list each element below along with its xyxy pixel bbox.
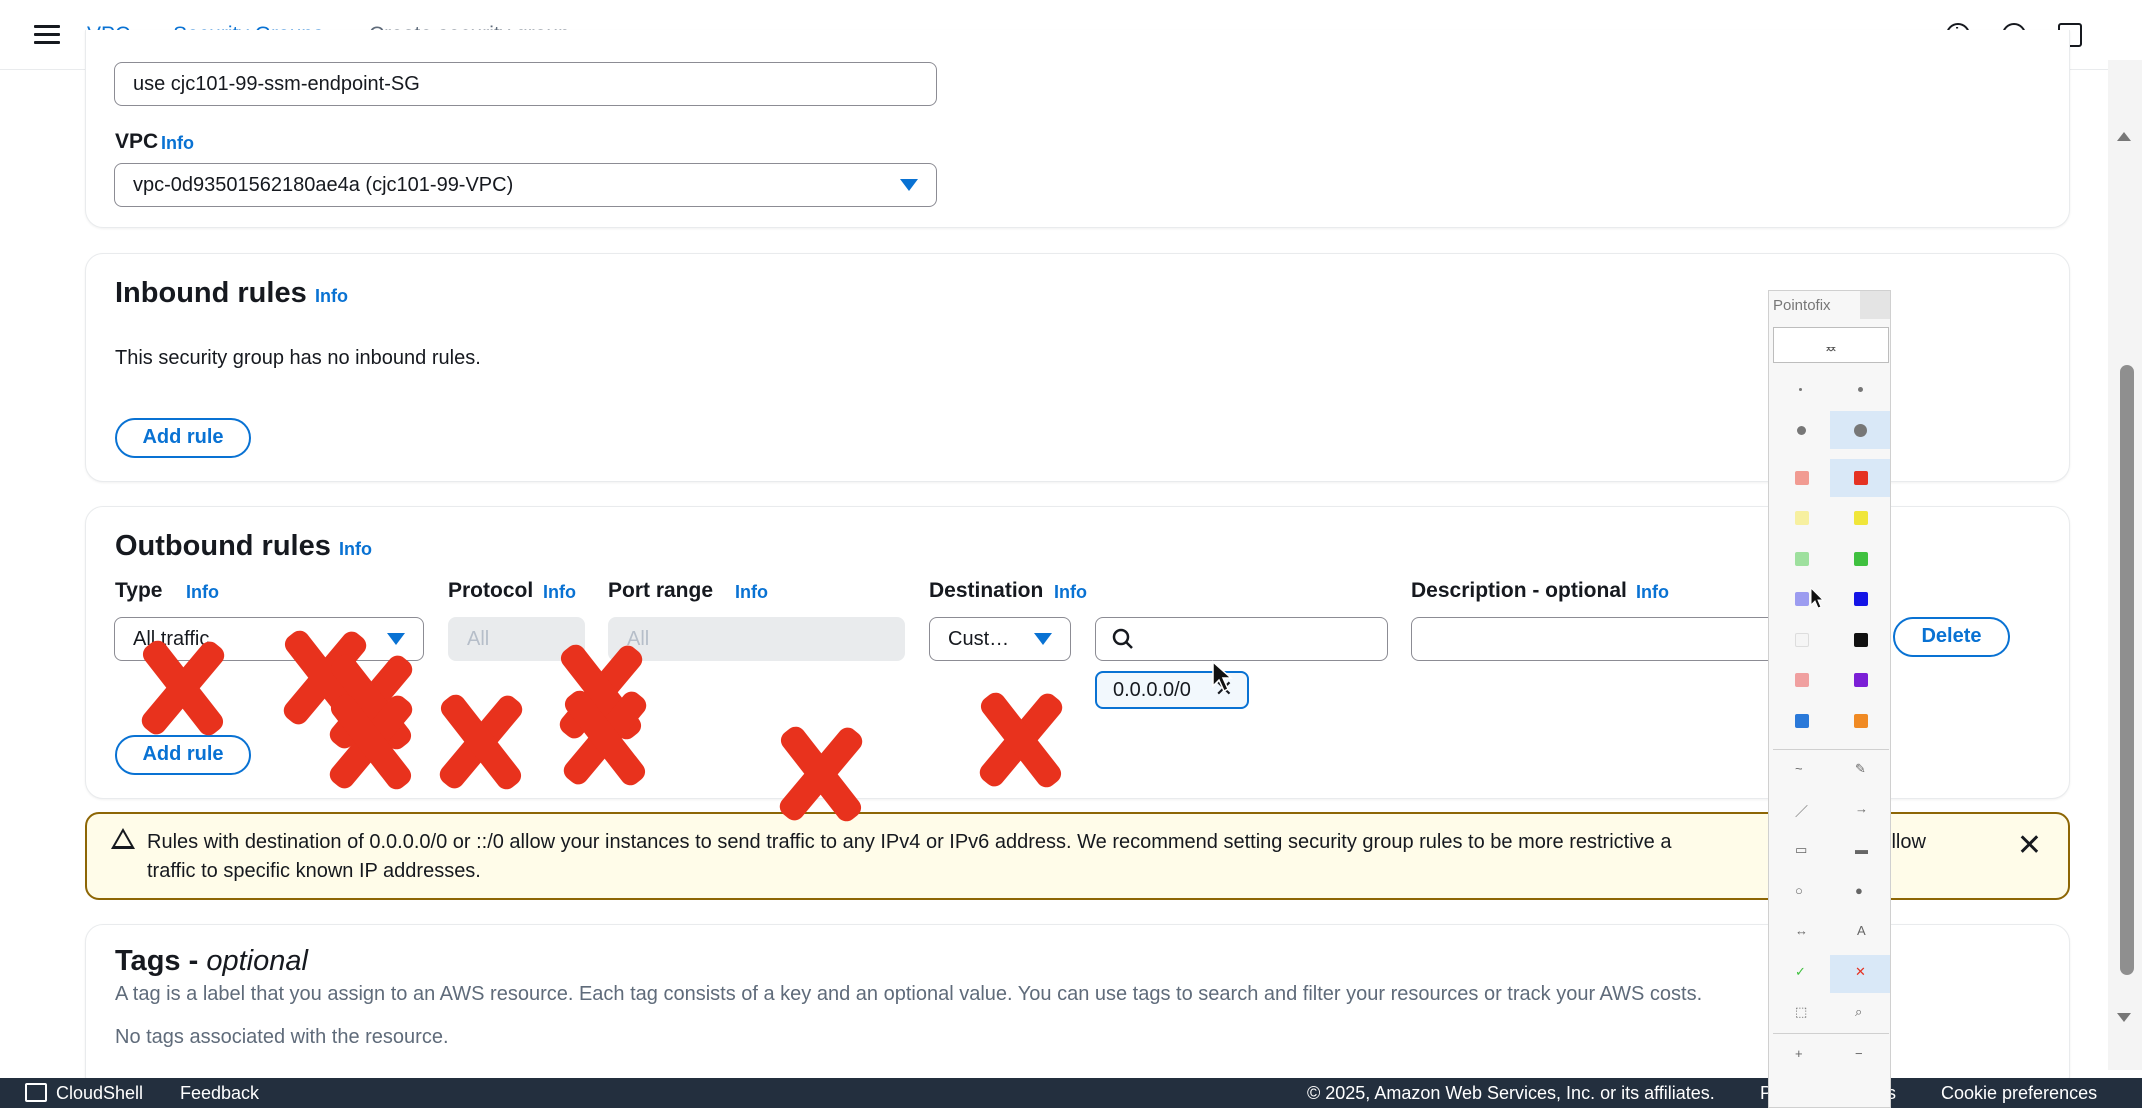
scroll-thumb[interactable] <box>2120 365 2134 975</box>
chevron-down-icon <box>900 179 918 191</box>
scroll-down-arrow-icon[interactable] <box>2117 1013 2131 1022</box>
plus-icon[interactable]: + <box>1795 1046 1803 1061</box>
palette-close-button[interactable] <box>1860 291 1890 319</box>
description-info-link[interactable]: Info <box>1636 582 1669 603</box>
double-arrow-tool-icon[interactable]: ↔ <box>1795 923 1808 938</box>
destination-ip-value: 0.0.0.0/0 <box>1113 679 1191 701</box>
color-light-yellow[interactable] <box>1795 511 1809 525</box>
mouse-pointer-icon <box>1212 660 1233 693</box>
copyright-text: © 2025, Amazon Web Services, Inc. or its… <box>1307 1083 1715 1103</box>
palette-divider <box>1773 749 1889 750</box>
destination-type-value: Cust… <box>948 628 1010 650</box>
palette-divider <box>1773 1033 1889 1034</box>
outbound-add-rule-button[interactable]: Add rule <box>115 735 251 775</box>
destination-info-link[interactable]: Info <box>1054 582 1087 603</box>
menu-icon[interactable] <box>34 22 60 48</box>
color-light-green[interactable] <box>1795 552 1809 566</box>
color-light-red[interactable] <box>1795 471 1809 485</box>
chevron-down-icon <box>1034 633 1052 645</box>
chevron-down-icon <box>387 633 405 645</box>
annotation-x-mark <box>318 692 418 792</box>
page-scrollbar[interactable] <box>2108 60 2142 1070</box>
color-purple[interactable] <box>1854 673 1868 687</box>
pen-size-l-icon[interactable] <box>1854 424 1867 437</box>
color-yellow[interactable] <box>1854 511 1868 525</box>
rule-description-input[interactable] <box>1411 617 1811 661</box>
text-tool-icon[interactable]: A <box>1857 923 1866 938</box>
scroll-up-arrow-icon[interactable] <box>2117 132 2131 141</box>
cross-tool-icon[interactable]: ✕ <box>1855 964 1866 980</box>
type-column-header: Type <box>115 579 163 602</box>
warning-text: Rules with destination of 0.0.0.0/0 or :… <box>147 831 1926 882</box>
pen-size-xs-icon[interactable] <box>1799 388 1802 391</box>
rectangle-tool-icon[interactable]: ▭ <box>1795 842 1807 858</box>
arrow-tool-icon[interactable]: → <box>1855 801 1868 816</box>
color-light-blue[interactable] <box>1795 592 1809 606</box>
cookie-preferences-link[interactable]: Cookie preferences <box>1941 1083 2097 1104</box>
pen-size-m-icon[interactable] <box>1797 426 1806 435</box>
type-info-link[interactable]: Info <box>186 582 219 603</box>
tags-empty-text: No tags associated with the resource. <box>115 1026 449 1048</box>
cloudshell-link[interactable]: CloudShell <box>56 1083 143 1104</box>
port-range-column-header: Port range <box>608 579 714 602</box>
select-area-tool-icon[interactable]: ⬚ <box>1795 1004 1807 1020</box>
description-field[interactable]: use cjc101-99-ssm-endpoint-SG <box>114 62 937 106</box>
vpc-info-link[interactable]: Info <box>161 133 194 154</box>
destination-search-input[interactable] <box>1095 617 1388 661</box>
destination-type-select[interactable]: Cust… <box>929 617 1071 661</box>
cloudshell-icon[interactable] <box>25 1083 47 1102</box>
inbound-empty-text: This security group has no inbound rules… <box>115 347 481 369</box>
color-white[interactable] <box>1795 633 1809 647</box>
port-range-field: All <box>608 617 905 661</box>
color-pink[interactable] <box>1795 673 1809 687</box>
feedback-link[interactable]: Feedback <box>180 1083 259 1104</box>
protocol-column-header: Protocol <box>448 579 534 602</box>
vpc-select-value: vpc-0d93501562180ae4a (cjc101-99-VPC) <box>133 174 514 196</box>
filled-ellipse-tool-icon[interactable]: ● <box>1855 883 1863 898</box>
marker-tool-icon[interactable]: ✎ <box>1855 761 1866 777</box>
freehand-tool-icon[interactable]: ~ <box>1795 761 1803 776</box>
annotation-x-mark <box>428 692 528 792</box>
protocol-info-link[interactable]: Info <box>543 582 576 603</box>
search-icon <box>1112 628 1133 649</box>
ellipse-tool-icon[interactable]: ○ <box>1795 883 1803 898</box>
inbound-add-rule-button[interactable]: Add rule <box>115 418 251 458</box>
filled-rectangle-tool-icon[interactable]: ▬ <box>1855 842 1868 857</box>
palette-toolbar[interactable]: ᆽᆽ <box>1773 327 1889 363</box>
minus-icon[interactable]: − <box>1855 1046 1863 1061</box>
annotation-x-mark <box>968 690 1068 790</box>
color-black[interactable] <box>1854 633 1868 647</box>
annotation-x-mark <box>768 724 868 824</box>
outbound-rules-title: Outbound rules <box>115 530 331 562</box>
vpc-select[interactable]: vpc-0d93501562180ae4a (cjc101-99-VPC) <box>114 163 937 207</box>
description-column-header: Description - optional <box>1411 579 1627 602</box>
pointofix-palette: Pointofix ᆽᆽ ~ ✎ ／ → ▭ ▬ ○ ● ↔ A ✓ ✕ ⬚ ⌕… <box>1768 290 1891 1108</box>
mouse-pointer-icon <box>1810 587 1825 609</box>
basic-details-panel: use cjc101-99-ssm-endpoint-SG VPC Info v… <box>85 30 2070 228</box>
annotation-x-mark <box>552 688 652 788</box>
color-orange[interactable] <box>1854 714 1868 728</box>
color-green[interactable] <box>1854 552 1868 566</box>
color-red[interactable] <box>1854 471 1868 485</box>
annotation-x-mark <box>130 638 230 738</box>
destination-column-header: Destination <box>929 579 1044 602</box>
line-tool-icon[interactable]: ／ <box>1795 801 1808 820</box>
inbound-info-link[interactable]: Info <box>315 286 348 307</box>
port-range-info-link[interactable]: Info <box>735 582 768 603</box>
inbound-rules-title: Inbound rules <box>115 277 307 309</box>
close-icon[interactable]: ✕ <box>2017 828 2042 863</box>
check-tool-icon[interactable]: ✓ <box>1795 964 1806 980</box>
warning-icon <box>111 828 135 849</box>
zoom-tool-icon[interactable]: ⌕ <box>1855 1004 1862 1020</box>
outbound-info-link[interactable]: Info <box>339 539 372 560</box>
pen-size-s-icon[interactable] <box>1858 387 1863 392</box>
pointofix-title: Pointofix <box>1773 297 1831 314</box>
tags-description: A tag is a label that you assign to an A… <box>115 983 1703 1005</box>
vpc-label: VPC <box>115 130 159 153</box>
color-blue[interactable] <box>1854 592 1868 606</box>
tags-title: Tags - optional <box>115 945 308 977</box>
delete-rule-button[interactable]: Delete <box>1893 617 2010 657</box>
color-azure[interactable] <box>1795 714 1809 728</box>
